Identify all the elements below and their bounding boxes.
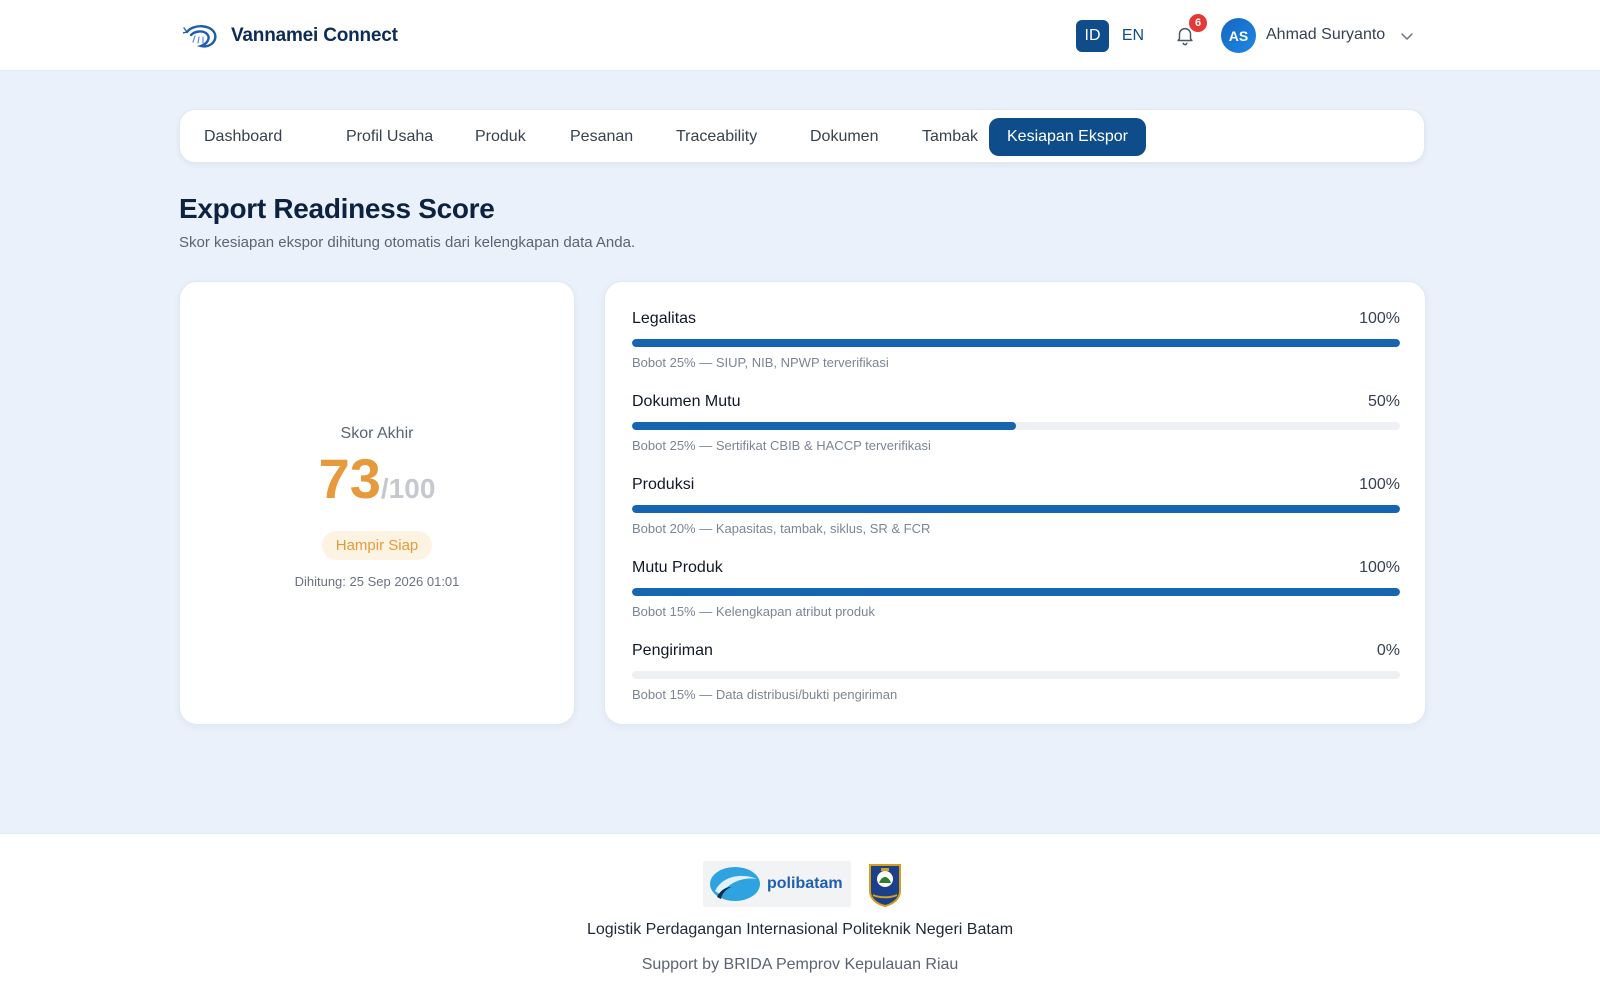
metric-note: Bobot 25% — Sertifikat CBIB & HACCP terv… (632, 438, 931, 453)
tab-produk[interactable]: Produk (457, 118, 544, 156)
metric-note: Bobot 15% — Kelengkapan atribut produk (632, 604, 875, 619)
metric-note: Bobot 20% — Kapasitas, tambak, siklus, S… (632, 521, 931, 536)
shrimp-logo-icon (183, 25, 217, 48)
progress-track (632, 671, 1400, 679)
progress-fill (632, 422, 1016, 430)
metric-percent: 100% (1359, 476, 1400, 493)
metric-percent: 50% (1367, 393, 1400, 410)
tab-pesanan[interactable]: Pesanan (552, 118, 651, 156)
progress-track (632, 505, 1400, 513)
tab-kesiapan-ekspor[interactable]: Kesiapan Ekspor (989, 118, 1146, 156)
score-label: Skor Akhir (340, 425, 414, 442)
metric-legalitas: Legalitas 100% Bobot 25% — SIUP, NIB, NP… (632, 310, 1400, 370)
footer-institution: Logistik Perdagangan Internasional Polit… (586, 921, 1014, 938)
kepri-emblem-icon (869, 864, 901, 907)
partner-logos: polibatam (703, 861, 903, 907)
progress-fill (632, 588, 1400, 596)
language-id-button[interactable]: ID (1076, 20, 1109, 52)
metric-percent: 100% (1359, 310, 1400, 327)
footer-support: Support by BRIDA Pemprov Kepulauan Riau (641, 956, 959, 973)
computed-timestamp: Dihitung: 25 Sep 2026 01:01 (294, 574, 460, 589)
chevron-down-icon[interactable] (1400, 29, 1414, 43)
main-tabs: Dashboard Profil Usaha Produk Pesanan Tr… (179, 109, 1425, 163)
metric-name: Produksi (632, 476, 695, 493)
tab-dashboard[interactable]: Dashboard (186, 118, 300, 156)
progress-track (632, 588, 1400, 596)
metric-note: Bobot 15% — Data distribusi/bukti pengir… (632, 687, 898, 702)
metric-mutu-produk: Mutu Produk 100% Bobot 15% — Kelengkapan… (632, 559, 1400, 619)
polibatam-logo: polibatam (703, 861, 851, 907)
notification-count-badge: 6 (1189, 14, 1207, 32)
metric-name: Pengiriman (632, 642, 713, 659)
tab-dokumen[interactable]: Dokumen (792, 118, 896, 156)
brand-name: Vannamei Connect (231, 25, 398, 46)
tab-profil-usaha[interactable]: Profil Usaha (328, 118, 451, 156)
score-max: /100 (380, 473, 436, 504)
footer: polibatam (0, 833, 1600, 1000)
score-value: 73/100 (180, 449, 574, 519)
tab-tambak[interactable]: Tambak (904, 118, 996, 156)
metric-produksi: Produksi 100% Bobot 20% — Kapasitas, tam… (632, 476, 1400, 536)
page-subtitle: Skor kesiapan ekspor dihitung otomatis d… (179, 234, 636, 251)
score-number: 73 (318, 447, 381, 510)
progress-track (632, 422, 1400, 430)
polibatam-logo-text: polibatam (767, 875, 843, 892)
tab-traceability[interactable]: Traceability (658, 118, 775, 156)
metric-name: Mutu Produk (632, 559, 723, 576)
final-score-card: Skor Akhir 73/100 Hampir Siap Dihitung: … (179, 281, 575, 725)
metric-pengiriman: Pengiriman 0% Bobot 15% — Data distribus… (632, 642, 1400, 702)
top-header: Vannamei Connect ID EN 6 AS Ahmad Suryan… (0, 0, 1600, 71)
progress-track (632, 339, 1400, 347)
progress-fill (632, 339, 1400, 347)
language-en-button[interactable]: EN (1118, 20, 1148, 52)
metric-dokumen-mutu: Dokumen Mutu 50% Bobot 25% — Sertifikat … (632, 393, 1400, 453)
avatar[interactable]: AS (1221, 18, 1256, 53)
brand[interactable]: Vannamei Connect (183, 22, 398, 50)
metric-note: Bobot 25% — SIUP, NIB, NPWP terverifikas… (632, 355, 889, 370)
metric-name: Legalitas (632, 310, 697, 327)
progress-fill (632, 505, 1400, 513)
page-title: Export Readiness Score (179, 193, 495, 224)
user-name[interactable]: Ahmad Suryanto (1266, 26, 1385, 44)
status-badge: Hampir Siap (321, 531, 433, 560)
score-breakdown-card: Legalitas 100% Bobot 25% — SIUP, NIB, NP… (604, 281, 1426, 725)
polibatam-swoosh-icon (710, 867, 760, 901)
metric-percent: 100% (1359, 559, 1400, 576)
metric-name: Dokumen Mutu (632, 393, 741, 410)
metric-percent: 0% (1376, 642, 1400, 659)
